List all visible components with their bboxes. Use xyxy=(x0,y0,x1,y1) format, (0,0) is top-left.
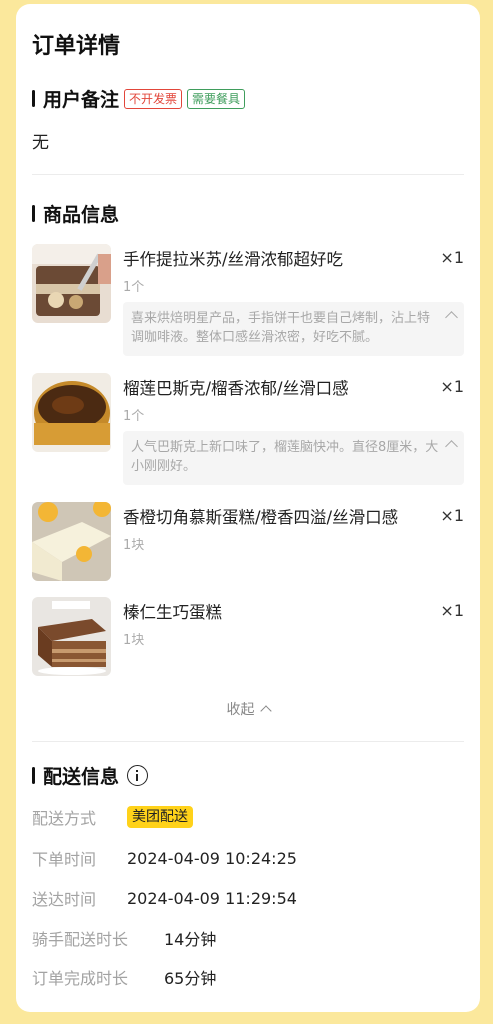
delivery-method-badge: 美团配送 xyxy=(127,806,193,828)
remark-section-header: 用户备注 不开发票 需要餐具 xyxy=(32,85,246,112)
order-time-row: 下单时间 2024-04-09 10:24:25 xyxy=(32,846,297,870)
goods-item[interactable]: 香橙切角慕斯蛋糕/橙香四溢/丝滑口感 ×1 1块 xyxy=(32,502,464,582)
goods-quantity: ×1 xyxy=(440,248,464,267)
goods-name: 榴莲巴斯克/榴香浓郁/丝滑口感 xyxy=(123,379,349,398)
need-utensils-tag: 需要餐具 xyxy=(187,88,246,109)
goods-quantity: ×1 xyxy=(440,377,464,396)
goods-item[interactable]: 榴莲巴斯克/榴香浓郁/丝滑口感 ×1 1个 人气巴斯克上新口味了，榴莲脑快冲。直… xyxy=(32,373,464,488)
orange-mousse-image xyxy=(32,502,111,581)
delivery-method-row: 配送方式 美团配送 xyxy=(32,805,193,829)
goods-unit: 1个 xyxy=(123,409,145,424)
tiramisu-image xyxy=(32,244,111,323)
goods-quantity: ×1 xyxy=(440,506,464,525)
goods-unit: 1块 xyxy=(123,633,145,648)
page-title: 订单详情 xyxy=(32,34,121,59)
rider-duration-value: 14分钟 xyxy=(164,930,217,949)
goods-quantity: ×1 xyxy=(440,601,464,620)
section-marker xyxy=(32,90,35,107)
info-icon[interactable] xyxy=(127,765,149,786)
chevron-up-icon xyxy=(259,705,272,717)
goods-heading: 商品信息 xyxy=(43,204,120,226)
arrival-time-row: 送达时间 2024-04-09 11:29:54 xyxy=(32,886,297,910)
delivery-method-label: 配送方式 xyxy=(32,809,97,828)
order-time-label: 下单时间 xyxy=(32,850,97,869)
goods-name: 香橙切角慕斯蛋糕/橙香四溢/丝滑口感 xyxy=(123,508,399,527)
delivery-heading: 配送信息 xyxy=(43,766,120,788)
arrival-time-label: 送达时间 xyxy=(32,890,97,909)
goods-name: 榛仁生巧蛋糕 xyxy=(123,603,222,622)
arrival-time-value: 2024-04-09 11:29:54 xyxy=(127,888,297,908)
completion-duration-row: 订单完成时长 65分钟 xyxy=(32,965,216,989)
goods-unit: 1个 xyxy=(123,280,145,295)
rider-duration-label: 骑手配送时长 xyxy=(32,930,129,949)
goods-description[interactable]: 喜来烘焙明星产品，手指饼干也要自己烤制，沾上特调咖啡液。整体口感丝滑浓密，好吃不… xyxy=(123,302,464,356)
goods-unit: 1块 xyxy=(123,538,145,553)
order-time-value: 2024-04-09 10:24:25 xyxy=(127,848,297,868)
order-detail-card: 订单详情 用户备注 不开发票 需要餐具 无 商品信息 手作提拉米苏/丝滑浓郁超好… xyxy=(16,4,480,1012)
completion-duration-label: 订单完成时长 xyxy=(32,969,129,988)
goods-description[interactable]: 人气巴斯克上新口味了，榴莲脑快冲。直径8厘米，大小刚刚好。 xyxy=(123,431,464,485)
completion-duration-value: 65分钟 xyxy=(164,969,217,988)
no-invoice-tag: 不开发票 xyxy=(124,88,183,109)
hazelnut-chocolate-cake-image xyxy=(32,597,111,676)
section-marker xyxy=(32,205,35,222)
collapse-button[interactable]: 收起 xyxy=(16,699,480,719)
goods-section-header: 商品信息 xyxy=(32,200,119,227)
remark-heading: 用户备注 xyxy=(43,89,120,111)
goods-description-text: 喜来烘焙明星产品，手指饼干也要自己烤制，沾上特调咖啡液。整体口感丝滑浓密，好吃不… xyxy=(131,311,431,345)
chevron-up-icon[interactable] xyxy=(445,311,458,324)
goods-description-text: 人气巴斯克上新口味了，榴莲脑快冲。直径8厘米，大小刚刚好。 xyxy=(131,440,439,474)
goods-item[interactable]: 榛仁生巧蛋糕 ×1 1块 xyxy=(32,597,464,677)
remark-text: 无 xyxy=(32,133,49,153)
chevron-up-icon[interactable] xyxy=(445,440,458,453)
divider xyxy=(32,174,464,175)
rider-duration-row: 骑手配送时长 14分钟 xyxy=(32,926,216,950)
delivery-section-header: 配送信息 xyxy=(32,762,149,789)
divider xyxy=(32,741,464,742)
goods-name: 手作提拉米苏/丝滑浓郁超好吃 xyxy=(123,250,344,269)
durian-basque-image xyxy=(32,373,111,452)
goods-item[interactable]: 手作提拉米苏/丝滑浓郁超好吃 ×1 1个 喜来烘焙明星产品，手指饼干也要自己烤制… xyxy=(32,244,464,359)
collapse-label: 收起 xyxy=(226,702,255,718)
section-marker xyxy=(32,767,35,784)
